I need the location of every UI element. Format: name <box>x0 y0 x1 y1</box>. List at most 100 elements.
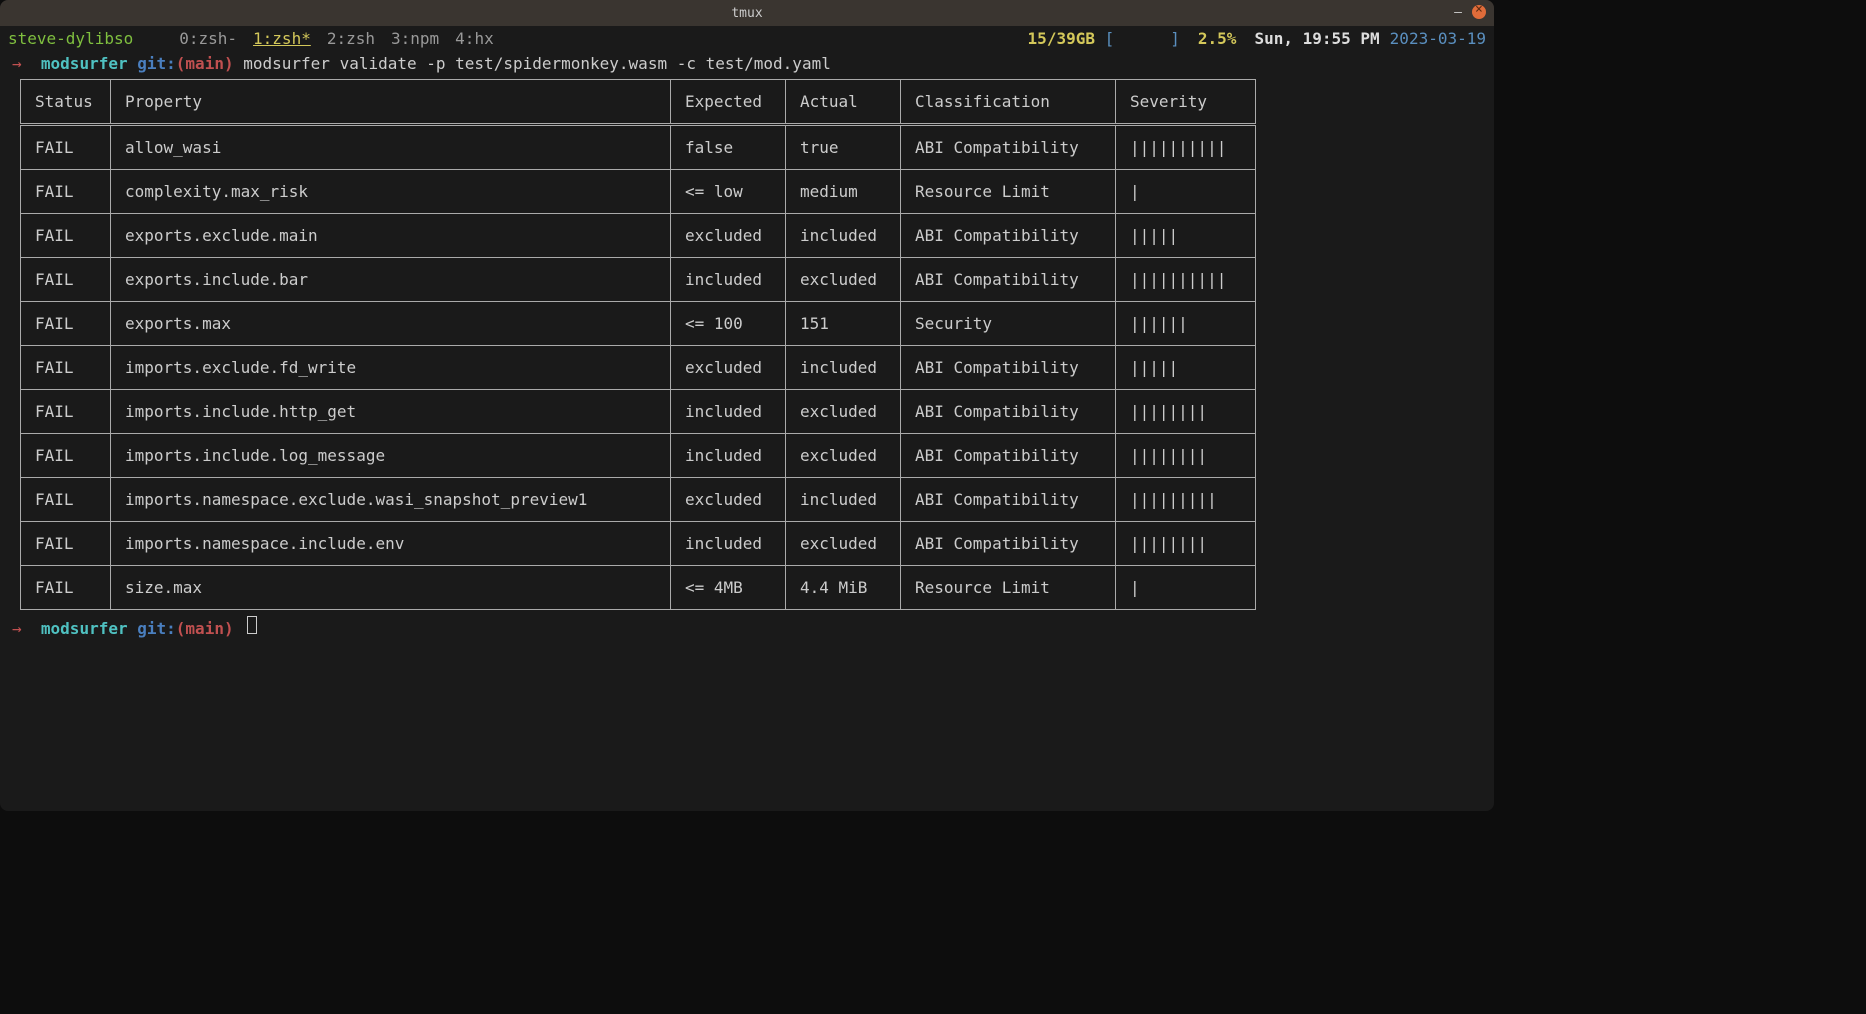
tmux-status-bar: steve-dylibso 0:zsh- 1:zsh* 2:zsh 3:npm … <box>0 26 1494 50</box>
cell-classification: ABI Compatibility <box>901 258 1116 302</box>
cell-actual: true <box>786 125 901 170</box>
table-row: FAILexports.exclude.mainexcludedincluded… <box>21 214 1256 258</box>
terminal-content[interactable]: → modsurfer git:(main) modsurfer validat… <box>0 50 1494 642</box>
cell-classification: Resource Limit <box>901 566 1116 610</box>
tmux-tab-4[interactable]: 4:hx <box>449 29 500 48</box>
tmux-tab-2[interactable]: 2:zsh <box>321 29 381 48</box>
cell-property: imports.include.http_get <box>111 390 671 434</box>
prompt-dir: modsurfer <box>41 619 128 638</box>
window-title: tmux <box>731 6 762 21</box>
cell-actual: 4.4 MiB <box>786 566 901 610</box>
cell-expected: <= 4MB <box>671 566 786 610</box>
cell-classification: ABI Compatibility <box>901 125 1116 170</box>
git-paren-open: ( <box>176 54 186 73</box>
git-branch: main <box>185 54 224 73</box>
cell-classification: ABI Compatibility <box>901 346 1116 390</box>
table-row: FAILimports.include.log_messageincludede… <box>21 434 1256 478</box>
table-row: FAILsize.max<= 4MB4.4 MiBResource Limit| <box>21 566 1256 610</box>
table-row: FAILimports.namespace.include.envinclude… <box>21 522 1256 566</box>
cell-status: FAIL <box>21 390 111 434</box>
terminal-window: tmux — steve-dylibso 0:zsh- 1:zsh* 2:zsh… <box>0 0 1494 811</box>
table-row: FAILimports.exclude.fd_writeexcludedincl… <box>21 346 1256 390</box>
cell-severity: ||||| <box>1116 214 1256 258</box>
cell-property: imports.include.log_message <box>111 434 671 478</box>
cell-expected: included <box>671 390 786 434</box>
tmux-tab-3[interactable]: 3:npm <box>385 29 445 48</box>
cell-severity: ||||| <box>1116 346 1256 390</box>
tmux-tab-0[interactable]: 0:zsh- <box>173 29 243 48</box>
cell-property: exports.max <box>111 302 671 346</box>
cell-expected: false <box>671 125 786 170</box>
cell-classification: Security <box>901 302 1116 346</box>
git-branch: main <box>185 619 224 638</box>
prompt-line-2: → modsurfer git:(main) <box>12 616 1482 638</box>
bracket-close: ] <box>1170 29 1180 48</box>
cell-status: FAIL <box>21 170 111 214</box>
minimize-icon[interactable]: — <box>1450 4 1466 20</box>
table-row: FAILexports.max<= 100151Security|||||| <box>21 302 1256 346</box>
git-paren-close: ) <box>224 54 234 73</box>
table-row: FAILexports.include.barincludedexcludedA… <box>21 258 1256 302</box>
cell-status: FAIL <box>21 302 111 346</box>
cell-severity: |||||||| <box>1116 434 1256 478</box>
cell-expected: <= low <box>671 170 786 214</box>
prompt-arrow-icon: → <box>12 619 22 638</box>
git-label: git: <box>137 54 176 73</box>
cell-expected: excluded <box>671 346 786 390</box>
tmux-tabs: 0:zsh- 1:zsh* 2:zsh 3:npm 4:hx <box>173 29 1027 48</box>
cell-expected: included <box>671 434 786 478</box>
cell-property: size.max <box>111 566 671 610</box>
cell-status: FAIL <box>21 478 111 522</box>
th-expected: Expected <box>671 80 786 125</box>
validation-table-wrap: Status Property Expected Actual Classifi… <box>12 73 1482 616</box>
cell-actual: 151 <box>786 302 901 346</box>
cell-status: FAIL <box>21 214 111 258</box>
hostname: steve-dylibso <box>8 29 133 48</box>
th-classification: Classification <box>901 80 1116 125</box>
prompt-line-1: → modsurfer git:(main) modsurfer validat… <box>12 54 1482 73</box>
cpu-percent: 2.5% <box>1198 29 1237 48</box>
cell-status: FAIL <box>21 522 111 566</box>
date: 2023-03-19 <box>1390 29 1486 48</box>
table-row: FAILcomplexity.max_risk<= lowmediumResou… <box>21 170 1256 214</box>
cell-status: FAIL <box>21 346 111 390</box>
close-icon[interactable] <box>1472 5 1486 19</box>
window-controls: — <box>1450 4 1486 20</box>
git-paren-open: ( <box>176 619 186 638</box>
cell-severity: |||||||| <box>1116 522 1256 566</box>
cell-actual: excluded <box>786 258 901 302</box>
tmux-tab-1[interactable]: 1:zsh* <box>247 29 317 48</box>
cell-property: imports.namespace.exclude.wasi_snapshot_… <box>111 478 671 522</box>
cell-classification: Resource Limit <box>901 170 1116 214</box>
cell-property: exports.include.bar <box>111 258 671 302</box>
th-property: Property <box>111 80 671 125</box>
cell-expected: included <box>671 522 786 566</box>
cell-classification: ABI Compatibility <box>901 478 1116 522</box>
cell-severity: |||||||||| <box>1116 125 1256 170</box>
cell-severity: |||||| <box>1116 302 1256 346</box>
cell-property: imports.exclude.fd_write <box>111 346 671 390</box>
cell-severity: |||||||||| <box>1116 258 1256 302</box>
cell-classification: ABI Compatibility <box>901 390 1116 434</box>
cell-classification: ABI Compatibility <box>901 214 1116 258</box>
cell-status: FAIL <box>21 566 111 610</box>
cell-expected: excluded <box>671 214 786 258</box>
cell-actual: included <box>786 214 901 258</box>
validation-table: Status Property Expected Actual Classifi… <box>20 79 1256 610</box>
cell-expected: excluded <box>671 478 786 522</box>
prompt-dir: modsurfer <box>41 54 128 73</box>
git-label: git: <box>137 619 176 638</box>
cell-severity: |||||||| <box>1116 390 1256 434</box>
cursor-icon <box>247 616 257 634</box>
cell-actual: excluded <box>786 390 901 434</box>
cell-actual: excluded <box>786 434 901 478</box>
th-severity: Severity <box>1116 80 1256 125</box>
command-text: modsurfer validate -p test/spidermonkey.… <box>243 54 831 73</box>
bracket-open: [ <box>1105 29 1115 48</box>
cell-status: FAIL <box>21 258 111 302</box>
cell-expected: included <box>671 258 786 302</box>
cell-property: complexity.max_risk <box>111 170 671 214</box>
cell-property: exports.exclude.main <box>111 214 671 258</box>
cell-actual: medium <box>786 170 901 214</box>
table-header-row: Status Property Expected Actual Classifi… <box>21 80 1256 125</box>
